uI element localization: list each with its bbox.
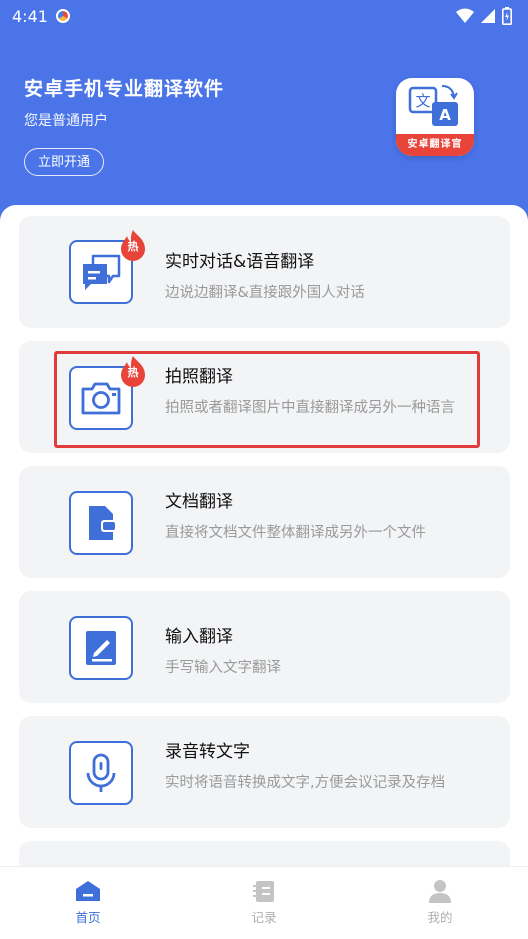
feature-title: 录音转文字	[165, 742, 250, 762]
document-icon	[69, 491, 133, 555]
app-logo: 文 A 安卓翻译官	[396, 78, 474, 156]
profile-icon	[429, 880, 451, 903]
logo-glyph-left: 文	[415, 92, 430, 110]
app-title: 安卓手机专业翻译软件	[24, 78, 225, 100]
nav-profile[interactable]: 我的	[352, 867, 528, 939]
home-icon	[76, 881, 100, 901]
status-bar: 4:41	[0, 0, 528, 32]
open-membership-button[interactable]: 立即开通	[24, 148, 105, 176]
selection-highlight	[54, 351, 480, 448]
wifi-icon	[456, 8, 474, 23]
nav-label: 记录	[251, 910, 277, 925]
hot-badge: 热	[119, 229, 147, 261]
translate-logo-icon: 文 A	[408, 85, 458, 126]
nav-label: 我的	[427, 910, 453, 925]
feature-title: 输入翻译	[165, 627, 233, 647]
nav-label: 首页	[75, 910, 101, 925]
feature-desc: 实时将语音转换成文字,方便会议记录及存档	[165, 775, 446, 791]
microphone-icon	[69, 741, 133, 805]
feature-desc: 手写输入文字翻译	[165, 660, 281, 676]
logo-label: 安卓翻译官	[396, 134, 474, 156]
feature-desc: 边说边翻译&直接跟外国人对话	[165, 285, 365, 301]
nav-records[interactable]: 记录	[176, 867, 352, 939]
status-time: 4:41	[12, 6, 48, 26]
notepad-pen-icon	[69, 616, 133, 680]
bottom-nav: 首页 记录 我的	[0, 866, 528, 939]
battery-icon	[502, 7, 512, 25]
header-banner: 安卓手机专业翻译软件 您是普通用户 立即开通 文 A 安卓翻译官	[0, 32, 528, 208]
feature-title: 实时对话&语音翻译	[165, 252, 315, 272]
feature-title: 文档翻译	[165, 492, 233, 512]
nav-home[interactable]: 首页	[0, 867, 176, 939]
user-status: 您是普通用户	[24, 113, 108, 129]
logo-glyph-right: A	[439, 106, 451, 124]
feature-desc: 直接将文档文件整体翻译成另外一个文件	[165, 525, 426, 541]
records-icon	[253, 881, 274, 902]
signal-icon	[481, 9, 495, 23]
notification-app-icon	[55, 9, 70, 23]
